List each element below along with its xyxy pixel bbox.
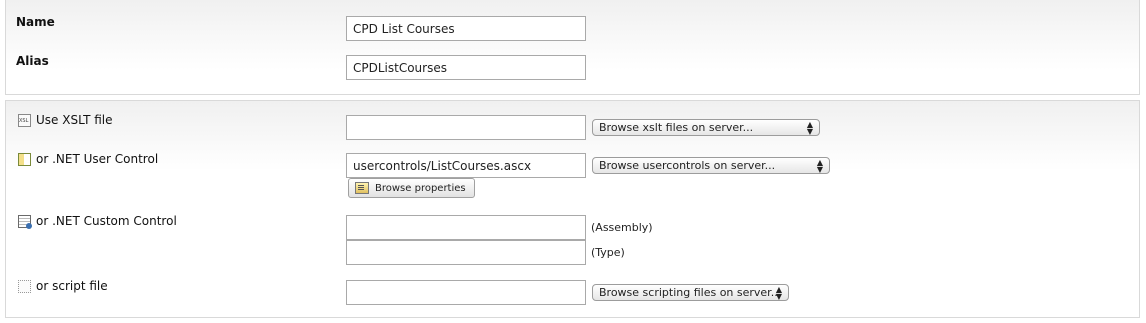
- script-file-input[interactable]: [346, 280, 586, 305]
- user-control-input[interactable]: [346, 153, 586, 178]
- properties-panel: [5, 0, 1140, 95]
- select-arrows-icon: ▲ ▼: [775, 284, 782, 301]
- alias-label: Alias: [16, 54, 49, 68]
- browse-properties-button[interactable]: Browse properties: [348, 178, 475, 198]
- custom-control-label: or .NET Custom Control: [18, 214, 177, 229]
- script-file-label-text: or script file: [36, 279, 108, 293]
- user-control-label: or .NET User Control: [18, 152, 158, 166]
- assembly-suffix: (Assembly): [591, 221, 653, 234]
- usercontrols-browse-select-label: Browse usercontrols on server...: [599, 159, 776, 172]
- custom-control-label-text: or .NET Custom Control: [36, 214, 177, 228]
- browse-properties-button-label: Browse properties: [375, 182, 466, 194]
- xslt-browse-select[interactable]: Browse xslt files on server... ▲ ▼: [592, 119, 820, 136]
- browse-properties-icon: [355, 182, 369, 194]
- script-file-icon: [18, 279, 31, 293]
- scripting-browse-select-label: Browse scripting files on server...: [599, 286, 782, 299]
- assembly-input[interactable]: [346, 215, 586, 240]
- select-arrows-icon: ▲ ▼: [816, 157, 823, 174]
- type-suffix: (Type): [591, 246, 625, 259]
- xslt-file-icon: [18, 113, 31, 127]
- select-arrows-icon: ▲ ▼: [806, 119, 813, 136]
- user-control-icon: [18, 152, 31, 166]
- custom-control-icon: [18, 214, 32, 229]
- xslt-label: Use XSLT file: [18, 113, 113, 127]
- user-control-label-text: or .NET User Control: [36, 152, 159, 166]
- name-label: Name: [16, 15, 55, 29]
- usercontrols-browse-select[interactable]: Browse usercontrols on server... ▲ ▼: [592, 157, 830, 174]
- xslt-label-text: Use XSLT file: [36, 113, 113, 127]
- script-file-label: or script file: [18, 279, 108, 293]
- name-label-text: Name: [16, 15, 55, 29]
- type-input[interactable]: [346, 240, 586, 265]
- alias-label-text: Alias: [16, 54, 49, 68]
- name-input[interactable]: [346, 16, 586, 41]
- scripting-browse-select[interactable]: Browse scripting files on server... ▲ ▼: [592, 284, 789, 301]
- xslt-browse-select-label: Browse xslt files on server...: [599, 121, 754, 134]
- alias-input[interactable]: [346, 55, 586, 80]
- xslt-file-input[interactable]: [346, 115, 586, 140]
